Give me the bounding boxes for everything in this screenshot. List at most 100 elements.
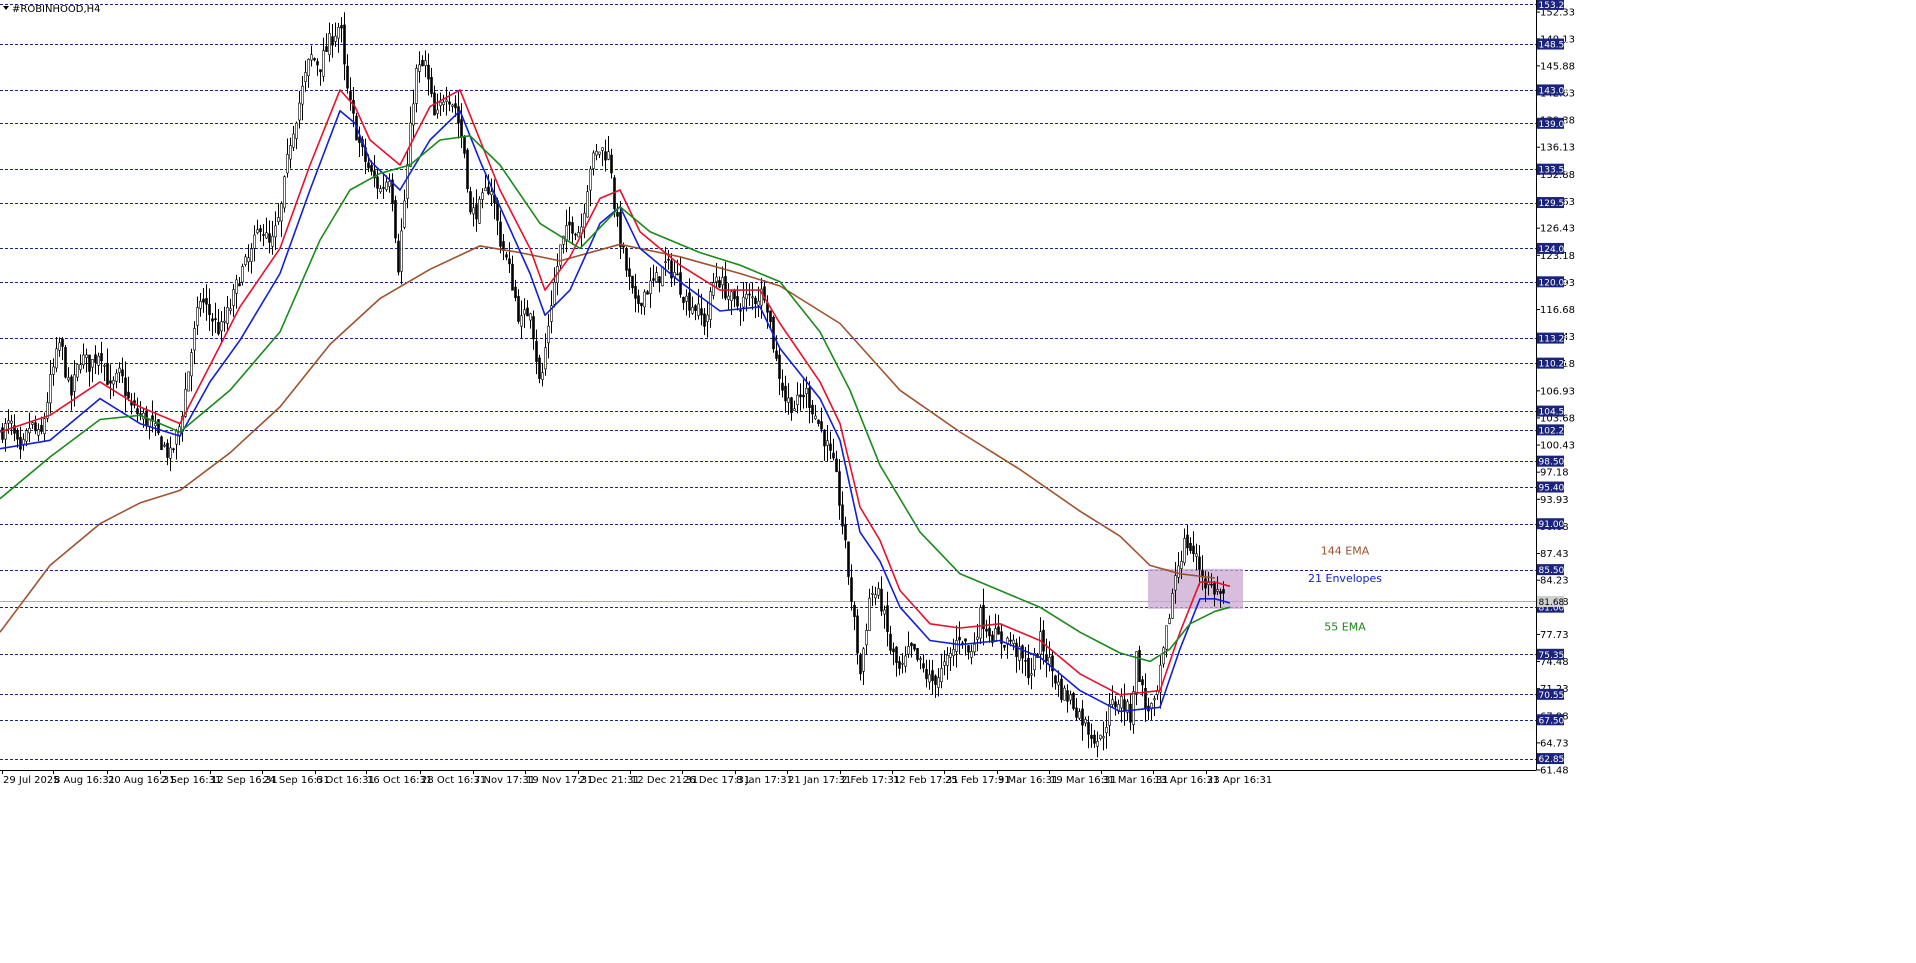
- candle-body: [1192, 545, 1195, 555]
- candle-body: [28, 427, 31, 434]
- candle-body: [1072, 693, 1075, 709]
- candle-body: [1048, 657, 1051, 665]
- time-tick-label: 8 Jan 17:31: [736, 775, 793, 786]
- candle-body: [748, 293, 751, 296]
- candle-body: [577, 232, 580, 238]
- candle-body: [163, 444, 166, 447]
- price-tick-label: 136.13: [1540, 143, 1575, 154]
- candle-body: [4, 423, 7, 440]
- candle-body: [1162, 647, 1165, 665]
- price-tick-label: 64.73: [1540, 738, 1569, 749]
- candle-body: [379, 188, 382, 193]
- candle-body: [892, 648, 895, 653]
- candle-body: [769, 310, 772, 323]
- candle-body: [931, 670, 934, 681]
- candle-body: [574, 233, 577, 236]
- candle-body: [1024, 660, 1027, 662]
- candle-body: [91, 359, 94, 368]
- candle-body: [667, 258, 670, 261]
- candle-body: [1207, 582, 1210, 585]
- candle-body: [256, 229, 259, 234]
- candle-body: [385, 181, 388, 190]
- candle-body: [610, 154, 613, 174]
- time-tick-label: 2 Feb 17:31: [841, 775, 900, 786]
- level-price-tag-label: 70.55: [1539, 691, 1565, 701]
- candle-body: [316, 61, 319, 66]
- candle-body: [691, 306, 694, 314]
- candle-body: [421, 60, 424, 67]
- candle-body: [793, 408, 796, 411]
- candle-body: [55, 348, 58, 369]
- candle-body: [238, 283, 241, 287]
- candle-body: [604, 151, 607, 161]
- candle-body: [280, 203, 283, 222]
- candle-body: [1114, 701, 1117, 708]
- symbol-title: #ROBINHOOD,H4: [12, 4, 101, 15]
- candle-body: [1189, 542, 1192, 551]
- candle-body: [1213, 583, 1216, 595]
- candle-body: [631, 275, 634, 289]
- candle-body: [1021, 645, 1024, 659]
- candle-body: [781, 382, 784, 391]
- candle-body: [85, 354, 88, 358]
- candle-body: [1099, 734, 1102, 739]
- candle-body: [349, 91, 352, 101]
- price-chart[interactable]: 144 EMA21 Envelopes55 EMA 152.33149.1314…: [0, 0, 1916, 963]
- price-tick-label: 145.88: [1540, 61, 1575, 72]
- candle-body: [127, 391, 130, 399]
- candle-body: [601, 147, 604, 151]
- level-price-tag-label: 139.00: [1539, 120, 1571, 130]
- candle-body: [1108, 704, 1111, 726]
- candle-body: [838, 471, 841, 506]
- level-price-tag-label: 95.40: [1539, 484, 1565, 494]
- candle-body: [442, 101, 445, 106]
- candle-body: [388, 181, 391, 187]
- candle-body: [778, 354, 781, 379]
- candle-body: [199, 300, 202, 309]
- candle-body: [394, 200, 397, 239]
- candle-body: [58, 342, 61, 351]
- candle-body: [862, 648, 865, 672]
- candle-body: [286, 154, 289, 174]
- candle-body: [1204, 578, 1207, 589]
- candle-body: [265, 232, 268, 239]
- candle-body: [847, 541, 850, 577]
- candle-body: [472, 207, 475, 215]
- candle-body: [217, 322, 220, 335]
- price-tick-label: 61.48: [1540, 766, 1569, 777]
- candle-body: [829, 443, 832, 451]
- candle-body: [595, 151, 598, 156]
- candle-body: [940, 668, 943, 683]
- candle-body: [1045, 654, 1048, 662]
- candle-body: [1123, 699, 1126, 712]
- candle-body: [235, 279, 238, 294]
- candle-body: [109, 380, 112, 384]
- candle-body: [292, 133, 295, 148]
- candle-body: [544, 347, 547, 370]
- candle-body: [1096, 741, 1099, 747]
- candle-body: [1105, 726, 1108, 733]
- candle-body: [37, 429, 40, 436]
- candle-body: [67, 377, 70, 381]
- candle-body: [247, 257, 250, 263]
- candle-body: [895, 646, 898, 663]
- candle-body: [949, 653, 952, 658]
- price-tick-label: 126.43: [1540, 224, 1575, 235]
- candle-body: [520, 315, 523, 327]
- candle-body: [955, 640, 958, 652]
- candle-body: [118, 367, 121, 373]
- candle-body: [208, 304, 211, 315]
- level-price-tag-label: 124.00: [1539, 245, 1571, 255]
- candle-body: [382, 187, 385, 189]
- candle-body: [307, 59, 310, 77]
- candle-body: [148, 419, 151, 427]
- candle-body: [454, 103, 457, 109]
- level-price-tag-label: 102.25: [1539, 426, 1571, 436]
- candle-body: [526, 307, 529, 317]
- candle-body: [730, 291, 733, 301]
- candle-body: [73, 374, 76, 392]
- candle-body: [202, 298, 205, 303]
- candle-body: [1165, 625, 1168, 650]
- annotation-label: 21 Envelopes: [1308, 572, 1382, 585]
- candle-body: [517, 296, 520, 322]
